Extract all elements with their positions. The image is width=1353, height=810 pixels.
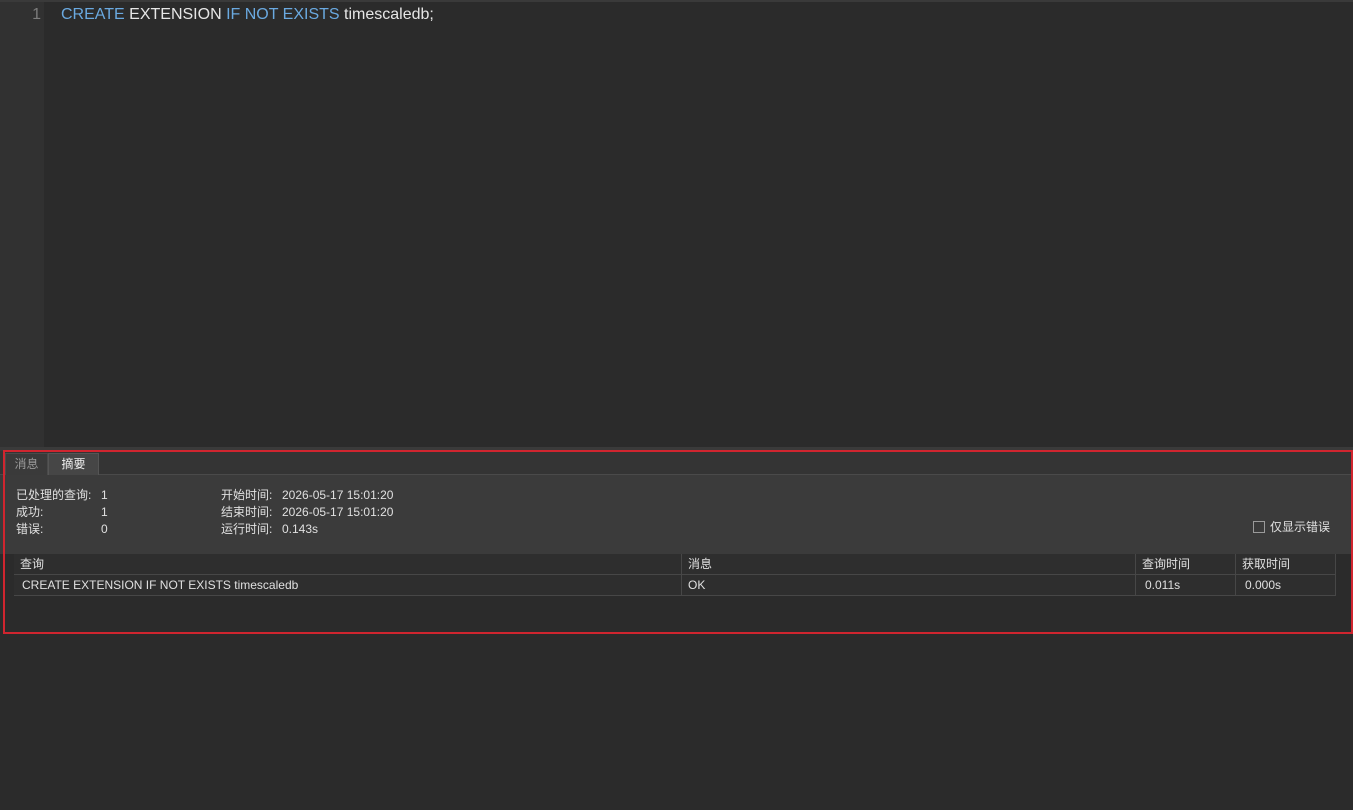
column-header-query[interactable]: 查询 <box>14 554 682 575</box>
processed-queries-value: 1 <box>101 488 108 502</box>
column-header-query-time[interactable]: 查询时间 <box>1136 554 1236 575</box>
code-line[interactable]: CREATE EXTENSION IF NOT EXISTS timescale… <box>61 6 434 24</box>
table-header-row: 查询 消息 查询时间 获取时间 <box>14 554 1336 575</box>
errors-only-label: 仅显示错误 <box>1270 520 1331 534</box>
code-token-keyword: IF NOT EXISTS <box>226 6 340 23</box>
sql-editor[interactable]: 1 CREATE EXTENSION IF NOT EXISTS timesca… <box>0 0 1353 447</box>
results-panel: 消息 摘要 已处理的查询: 1 成功: 1 错误: 0 开始时间: 2026-0… <box>0 451 1353 810</box>
code-token-plain: EXTENSION <box>124 6 227 23</box>
results-tabbar: 消息 摘要 <box>0 451 1353 475</box>
processed-queries-label: 已处理的查询: <box>16 488 92 502</box>
error-value: 0 <box>101 522 108 536</box>
errors-only-toggle[interactable]: 仅显示错误 <box>1253 520 1330 536</box>
cell-message[interactable]: OK <box>682 575 1136 596</box>
code-token-plain: timescaledb; <box>339 6 434 23</box>
line-number: 1 <box>32 6 41 23</box>
column-header-fetch-time[interactable]: 获取时间 <box>1236 554 1336 575</box>
column-header-message[interactable]: 消息 <box>682 554 1136 575</box>
code-token-keyword: CREATE <box>61 6 125 23</box>
runtime-value: 0.143s <box>282 522 319 536</box>
summary-section: 已处理的查询: 1 成功: 1 错误: 0 开始时间: 2026-05-17 1… <box>0 475 1353 554</box>
start-time-label: 开始时间: <box>221 488 273 502</box>
line-gutter: 1 <box>0 2 44 447</box>
tab-messages[interactable]: 消息 <box>5 453 48 475</box>
tab-summary[interactable]: 摘要 <box>48 453 99 475</box>
end-time-label: 结束时间: <box>221 505 273 519</box>
end-time-value: 2026-05-17 15:01:20 <box>282 505 394 519</box>
runtime-label: 运行时间: <box>221 522 273 536</box>
summary-table: 查询 消息 查询时间 获取时间 CREATE EXTENSION IF NOT … <box>14 554 1336 596</box>
success-value: 1 <box>101 505 108 519</box>
cell-fetch-time[interactable]: 0.000s <box>1236 575 1336 596</box>
errors-only-checkbox[interactable] <box>1253 521 1265 533</box>
table-row[interactable]: CREATE EXTENSION IF NOT EXISTS timescale… <box>14 575 1336 596</box>
cell-query-time[interactable]: 0.011s <box>1136 575 1236 596</box>
start-time-value: 2026-05-17 15:01:20 <box>282 488 394 502</box>
error-label: 错误: <box>16 522 44 536</box>
success-label: 成功: <box>16 505 44 519</box>
cell-query[interactable]: CREATE EXTENSION IF NOT EXISTS timescale… <box>14 575 682 596</box>
